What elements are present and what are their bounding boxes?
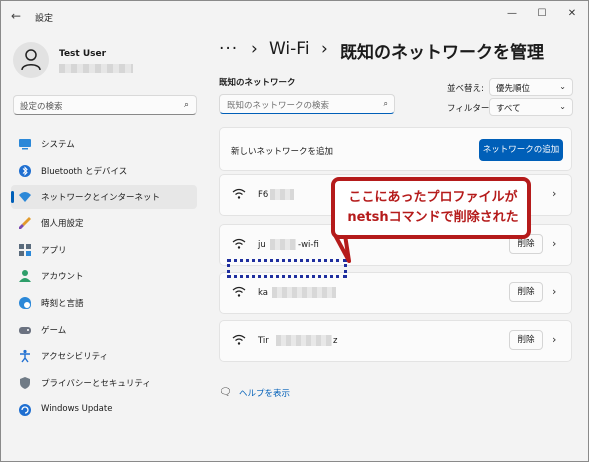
filter-dropdown[interactable]: すべて ⌄	[489, 98, 573, 116]
help-icon: 🗨	[219, 387, 232, 398]
sidebar-item-label: 個人用設定	[41, 219, 84, 229]
active-indicator	[11, 191, 14, 203]
filter-label: フィルター:	[447, 104, 493, 114]
sidebar-item-label: プライバシーとセキュリティ	[41, 379, 151, 389]
chevron-down-icon: ⌄	[559, 82, 566, 91]
person-icon	[21, 49, 41, 71]
sidebar-item-label: アプリ	[41, 246, 67, 256]
redacted-text	[272, 287, 336, 298]
search-icon: ⌕	[183, 100, 189, 110]
sidebar-item-windows-update[interactable]: Windows Update	[11, 398, 197, 422]
add-network-text: 新しいネットワークを追加	[231, 147, 334, 157]
sidebar-item-accessibility[interactable]: アクセシビリティ	[11, 344, 197, 368]
network-row[interactable]: Tir z 削除 ›	[219, 320, 572, 362]
wifi-icon	[232, 238, 246, 249]
sidebar-item-label: アカウント	[41, 272, 84, 282]
apps-icon	[19, 244, 31, 256]
redacted-text	[270, 239, 296, 250]
known-networks-search-placeholder: 既知のネットワークの検索	[227, 101, 330, 111]
sort-value: 優先順位	[496, 84, 531, 94]
chevron-right-icon[interactable]: ›	[552, 333, 556, 346]
settings-search-placeholder: 設定の検索	[20, 102, 63, 112]
annotation-callout: ここにあったプロファイルが netshコマンドで削除された	[331, 177, 531, 239]
wifi-icon	[232, 286, 246, 297]
sidebar-item-label: 時刻と言語	[41, 299, 84, 309]
breadcrumb-separator-icon: ›	[251, 39, 258, 59]
title-bar: ← 設定 — ☐ ✕	[1, 1, 588, 31]
annotation-line-1: ここにあったプロファイルが	[348, 190, 518, 205]
search-icon: ⌕	[383, 99, 388, 108]
sidebar-item-label: ネットワークとインターネット	[41, 193, 161, 203]
sidebar-item-privacy[interactable]: プライバシーとセキュリティ	[11, 371, 197, 395]
sidebar-item-accounts[interactable]: アカウント	[11, 264, 197, 288]
close-button[interactable]: ✕	[561, 6, 583, 22]
network-name-suffix: z	[333, 336, 338, 346]
chevron-right-icon[interactable]: ›	[552, 187, 556, 200]
account-icon	[19, 270, 31, 282]
delete-button[interactable]: 削除	[509, 330, 543, 350]
minimize-button[interactable]: —	[501, 6, 523, 22]
sidebar-item-time-language[interactable]: 時刻と言語	[11, 291, 197, 315]
add-network-button[interactable]: ネットワークの追加	[479, 139, 563, 161]
wifi-icon	[232, 188, 246, 199]
wifi-icon	[232, 334, 246, 345]
update-icon	[19, 404, 31, 416]
profile-email-redacted	[59, 64, 133, 73]
chevron-down-icon: ⌄	[559, 102, 566, 111]
avatar[interactable]	[13, 42, 49, 78]
known-networks-label: 既知のネットワーク	[219, 78, 296, 88]
back-arrow-icon[interactable]: ←	[11, 9, 25, 23]
sidebar-item-label: ゲーム	[41, 326, 67, 336]
add-network-card: 新しいネットワークを追加 ネットワークの追加	[219, 127, 572, 171]
filter-value: すべて	[496, 104, 521, 114]
brush-icon	[19, 217, 31, 229]
network-row[interactable]: ka 削除 ›	[219, 272, 572, 314]
sidebar-item-gaming[interactable]: ゲーム	[11, 318, 197, 342]
breadcrumb-wifi[interactable]: Wi-Fi	[269, 39, 310, 59]
sort-dropdown[interactable]: 優先順位 ⌄	[489, 78, 573, 96]
redacted-text	[276, 335, 332, 346]
redacted-text	[270, 189, 294, 200]
breadcrumb-ellipsis[interactable]: ···	[219, 39, 238, 59]
sidebar-item-label: Windows Update	[41, 404, 113, 414]
network-name: Tir	[258, 336, 269, 346]
sidebar-item-label: システム	[41, 140, 75, 150]
chevron-right-icon[interactable]: ›	[552, 285, 556, 298]
sidebar-item-system[interactable]: システム	[11, 132, 197, 156]
window-title: 設定	[35, 14, 54, 24]
delete-button[interactable]: 削除	[509, 282, 543, 302]
shield-icon	[20, 377, 30, 389]
settings-window: ← 設定 — ☐ ✕ Test User 設定の検索 ⌕ システム Blueto…	[0, 0, 589, 462]
page-title: 既知のネットワークを管理	[340, 43, 544, 63]
sort-label: 並べ替え:	[447, 84, 484, 94]
annotation-text: ここにあったプロファイルが netshコマンドで削除された	[344, 188, 522, 228]
network-name: ka	[258, 288, 268, 298]
sidebar-item-label: Bluetooth とデバイス	[41, 167, 128, 177]
known-networks-search-input[interactable]: 既知のネットワークの検索 ⌕	[219, 94, 395, 114]
network-icon	[19, 192, 31, 202]
bluetooth-icon	[19, 165, 31, 177]
help-link[interactable]: ヘルプを表示	[239, 387, 290, 399]
accessibility-icon	[20, 349, 30, 363]
network-name: ju	[258, 240, 266, 250]
breadcrumb-separator-icon: ›	[321, 39, 328, 59]
network-name: F6	[258, 190, 269, 200]
system-icon	[19, 139, 31, 150]
sidebar-item-personalization[interactable]: 個人用設定	[11, 211, 197, 235]
sidebar-item-bluetooth[interactable]: Bluetooth とデバイス	[11, 159, 197, 183]
chevron-right-icon[interactable]: ›	[552, 237, 556, 250]
settings-search-input[interactable]: 設定の検索 ⌕	[13, 95, 197, 115]
sidebar-item-label: アクセシビリティ	[41, 352, 109, 362]
globe-clock-icon	[19, 297, 31, 309]
sidebar-item-apps[interactable]: アプリ	[11, 238, 197, 262]
sidebar-item-network[interactable]: ネットワークとインターネット	[11, 185, 197, 209]
profile-name: Test User	[59, 49, 107, 59]
gamepad-icon	[19, 327, 31, 334]
annotation-line-2: netshコマンドで削除された	[347, 210, 519, 225]
maximize-button[interactable]: ☐	[531, 6, 553, 22]
